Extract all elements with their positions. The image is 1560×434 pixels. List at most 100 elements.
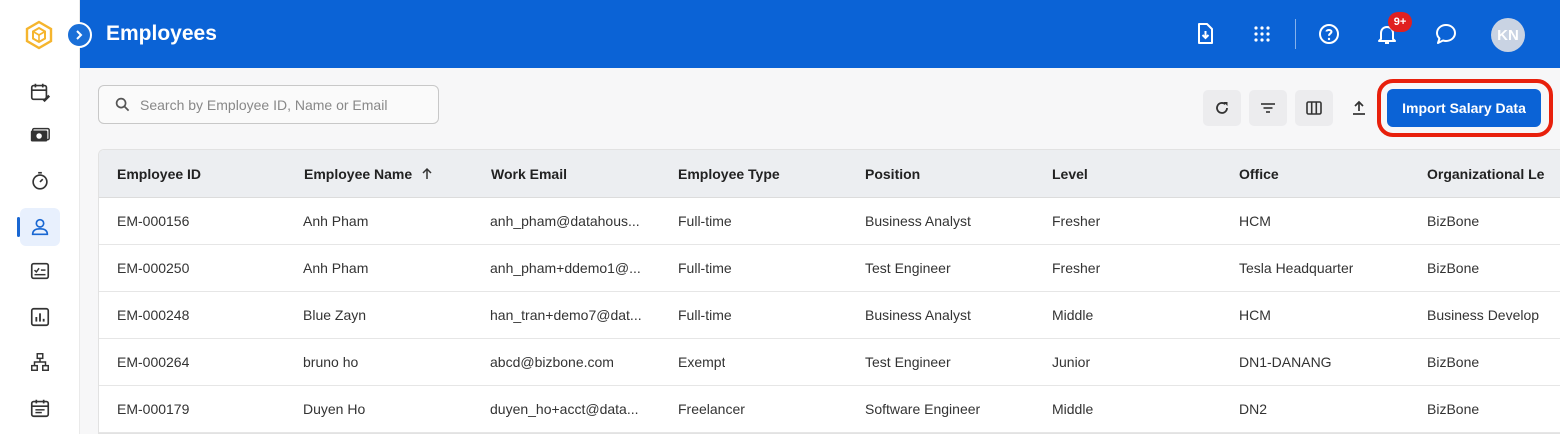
cell-work-email: han_tran+demo7@dat... xyxy=(490,307,642,323)
calendar-icon xyxy=(30,399,50,418)
header-divider xyxy=(1295,19,1296,49)
sidebar-item-tasks[interactable] xyxy=(20,252,60,290)
main-content: Import Salary Data Employee ID Employee … xyxy=(80,68,1560,434)
sidebar-item-schedule[interactable] xyxy=(20,73,60,111)
cell-position: Business Analyst xyxy=(865,307,971,323)
cell-organizational-level: BizBone xyxy=(1427,354,1480,370)
column-header-sorted[interactable]: Employee Name xyxy=(304,150,434,198)
columns-icon xyxy=(1306,101,1322,115)
help-button[interactable] xyxy=(1315,20,1343,48)
refresh-icon xyxy=(1216,102,1228,114)
cell-level: Junior xyxy=(1052,354,1091,370)
search-input[interactable] xyxy=(140,96,420,113)
cell-employee-name: bruno ho xyxy=(303,354,359,370)
cell-work-email: abcd@bizbone.com xyxy=(490,354,614,370)
column-header[interactable]: Work Email xyxy=(491,150,567,198)
table-row[interactable]: EM-000248 Blue Zayn han_tran+demo7@dat..… xyxy=(99,292,1560,339)
user-icon xyxy=(31,218,49,236)
page-title: Employees xyxy=(106,22,217,45)
cell-office: HCM xyxy=(1239,213,1271,229)
column-header[interactable]: Office xyxy=(1239,150,1279,198)
cell-position: Software Engineer xyxy=(865,401,981,417)
column-header[interactable]: Organizational Le xyxy=(1427,150,1544,198)
sidebar-item-reports[interactable] xyxy=(20,298,60,336)
sidebar-item-payroll[interactable] xyxy=(20,117,60,155)
cell-organizational-level: BizBone xyxy=(1427,213,1480,229)
timer-icon xyxy=(32,171,48,190)
cell-work-email: duyen_ho+acct@data... xyxy=(490,401,639,417)
app-logo[interactable] xyxy=(24,20,54,50)
table-header: Employee ID Employee Name Work Email Emp… xyxy=(99,150,1560,198)
cell-employee-type: Full-time xyxy=(678,307,732,323)
cell-position: Business Analyst xyxy=(865,213,971,229)
cell-employee-id: EM-000250 xyxy=(117,260,190,276)
cell-employee-name: Duyen Ho xyxy=(303,401,366,417)
user-avatar[interactable]: KN xyxy=(1491,18,1525,52)
cell-office: DN1-DANANG xyxy=(1239,354,1332,370)
cell-level: Fresher xyxy=(1052,213,1101,229)
notification-badge: 9+ xyxy=(1388,12,1412,32)
table-row[interactable]: EM-000179 Duyen Ho duyen_ho+acct@data...… xyxy=(99,386,1560,433)
chat-button[interactable] xyxy=(1432,20,1460,48)
cell-office: HCM xyxy=(1239,307,1271,323)
table-row[interactable]: EM-000264 bruno ho abcd@bizbone.com Exem… xyxy=(99,339,1560,386)
sidebar-item-timesheet[interactable] xyxy=(20,162,60,200)
calendar-edit-icon xyxy=(30,83,51,103)
cell-level: Fresher xyxy=(1052,260,1101,276)
cell-employee-type: Freelancer xyxy=(678,401,745,417)
refresh-button[interactable] xyxy=(1203,90,1241,126)
active-indicator xyxy=(17,217,20,237)
top-header: Employees 9+ KN xyxy=(80,0,1560,68)
filter-button[interactable] xyxy=(1249,90,1287,126)
table-row[interactable]: EM-000156 Anh Pham anh_pham@datahous... … xyxy=(99,198,1560,245)
cell-level: Middle xyxy=(1052,307,1094,323)
sidebar-item-calendar[interactable] xyxy=(20,389,60,427)
search-icon xyxy=(115,97,130,112)
chevron-right-icon xyxy=(76,30,83,40)
cell-office: DN2 xyxy=(1239,401,1268,417)
cell-organizational-level: BizBone xyxy=(1427,401,1480,417)
cell-employee-id: EM-000179 xyxy=(117,401,190,417)
cell-organizational-level: BizBone xyxy=(1427,260,1480,276)
download-file-button[interactable] xyxy=(1191,20,1219,48)
cell-work-email: anh_pham+ddemo1@... xyxy=(490,260,641,276)
sidebar-item-organization[interactable] xyxy=(20,343,60,381)
sidebar-item-employees[interactable] xyxy=(17,208,60,246)
sidebar-expand-button[interactable] xyxy=(66,22,92,48)
cell-employee-type: Full-time xyxy=(678,260,732,276)
column-header[interactable]: Employee Type xyxy=(678,150,780,198)
cell-office: Tesla Headquarter xyxy=(1239,260,1354,276)
cell-employee-id: EM-000264 xyxy=(117,354,190,370)
cell-employee-id: EM-000248 xyxy=(117,307,190,323)
apps-menu-button[interactable] xyxy=(1248,20,1276,48)
filter-icon xyxy=(1261,103,1275,113)
search-box[interactable] xyxy=(98,85,439,124)
cell-employee-id: EM-000156 xyxy=(117,213,190,229)
cell-level: Middle xyxy=(1052,401,1094,417)
employees-table: Employee ID Employee Name Work Email Emp… xyxy=(98,149,1560,434)
table-row[interactable]: EM-000250 Anh Pham anh_pham+ddemo1@... F… xyxy=(99,245,1560,292)
org-chart-icon xyxy=(31,353,49,371)
column-header[interactable]: Employee ID xyxy=(117,150,201,198)
payroll-icon xyxy=(30,127,50,142)
columns-button[interactable] xyxy=(1295,90,1333,126)
report-chart-icon xyxy=(30,307,50,327)
sidebar xyxy=(0,0,80,434)
file-download-icon xyxy=(1198,23,1213,44)
cell-employee-type: Exempt xyxy=(678,354,726,370)
apps-grid-icon xyxy=(1254,26,1270,42)
upload-button[interactable] xyxy=(1342,90,1376,126)
cell-employee-name: Anh Pham xyxy=(303,260,369,276)
cell-organizational-level: Business Develop xyxy=(1427,307,1540,323)
import-salary-data-button[interactable]: Import Salary Data xyxy=(1387,89,1541,127)
cell-work-email: anh_pham@datahous... xyxy=(490,213,640,229)
sort-ascending-icon xyxy=(422,167,432,179)
cell-position: Test Engineer xyxy=(865,260,951,276)
checklist-icon xyxy=(30,262,50,280)
column-header[interactable]: Position xyxy=(865,150,920,198)
help-icon xyxy=(1319,24,1339,44)
column-header[interactable]: Level xyxy=(1052,150,1088,198)
cell-employee-name: Blue Zayn xyxy=(303,307,367,323)
cell-employee-type: Full-time xyxy=(678,213,732,229)
upload-icon xyxy=(1353,100,1365,115)
